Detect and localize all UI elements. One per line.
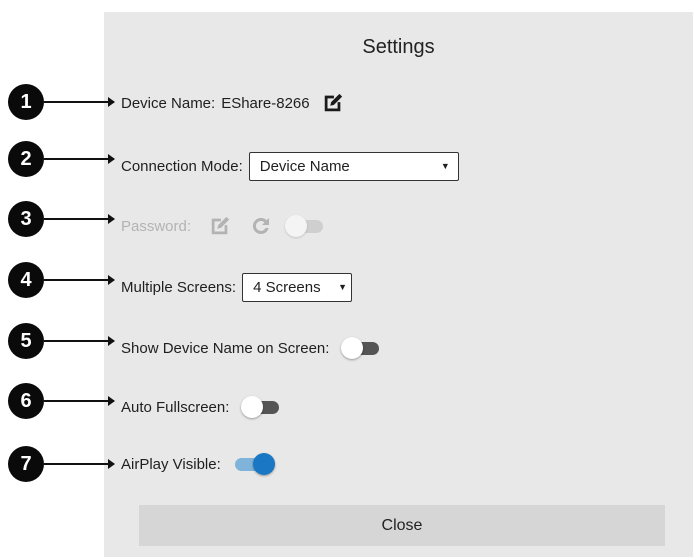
multiple-screens-selected: 4 Screens	[253, 278, 321, 296]
auto-fullscreen-toggle[interactable]	[241, 396, 283, 418]
callout-badge-3: 3	[8, 201, 44, 237]
chevron-down-icon: ▼	[440, 161, 450, 171]
callout-arrow-6	[44, 396, 115, 406]
refresh-icon[interactable]	[249, 214, 273, 238]
callout-arrow-2	[44, 154, 115, 164]
airplay-visible-toggle[interactable]	[233, 453, 275, 475]
chevron-down-icon: ▼	[338, 282, 348, 292]
callout-badge-6: 6	[8, 383, 44, 419]
callout-badge-4: 4	[8, 262, 44, 298]
callout-badge-1: 1	[8, 84, 44, 120]
dialog-title: Settings	[362, 36, 435, 58]
callout-badge-7: 7	[8, 446, 44, 482]
auto-fullscreen-row: Auto Fullscreen:	[121, 392, 283, 422]
connection-mode-selected: Device Name	[259, 157, 350, 175]
callout-arrow-7	[44, 459, 115, 469]
callout-badge-2: 2	[8, 141, 44, 177]
multiple-screens-row: Multiple Screens: 4 Screens ▼	[121, 272, 353, 302]
show-device-name-label: Show Device Name on Screen:	[121, 339, 330, 357]
password-label: Password:	[121, 217, 192, 235]
airplay-visible-label: AirPlay Visible:	[121, 455, 221, 473]
callout-arrow-1	[44, 97, 115, 107]
callout-arrow-4	[44, 275, 115, 285]
auto-fullscreen-label: Auto Fullscreen:	[121, 398, 230, 416]
edit-icon[interactable]	[209, 215, 231, 237]
edit-icon[interactable]	[322, 92, 344, 114]
connection-mode-select[interactable]: Device Name ▼	[248, 151, 459, 181]
device-name-row: Device Name: EShare-8266	[121, 88, 344, 118]
airplay-visible-row: AirPlay Visible:	[121, 449, 275, 479]
multiple-screens-label: Multiple Screens:	[121, 278, 237, 296]
device-name-label: Device Name:	[121, 94, 216, 112]
password-row: Password:	[121, 211, 327, 241]
show-device-name-row: Show Device Name on Screen:	[121, 333, 383, 363]
connection-mode-row: Connection Mode: Device Name ▼	[121, 151, 459, 181]
connection-mode-label: Connection Mode:	[121, 157, 243, 175]
callout-arrow-3	[44, 214, 115, 224]
password-toggle[interactable]	[285, 215, 327, 237]
show-device-name-toggle[interactable]	[341, 337, 383, 359]
callout-badge-5: 5	[8, 323, 44, 359]
callout-arrow-5	[44, 336, 115, 346]
multiple-screens-select[interactable]: 4 Screens ▼	[242, 272, 353, 302]
close-button[interactable]: Close	[139, 505, 665, 546]
device-name-value: EShare-8266	[221, 94, 310, 112]
